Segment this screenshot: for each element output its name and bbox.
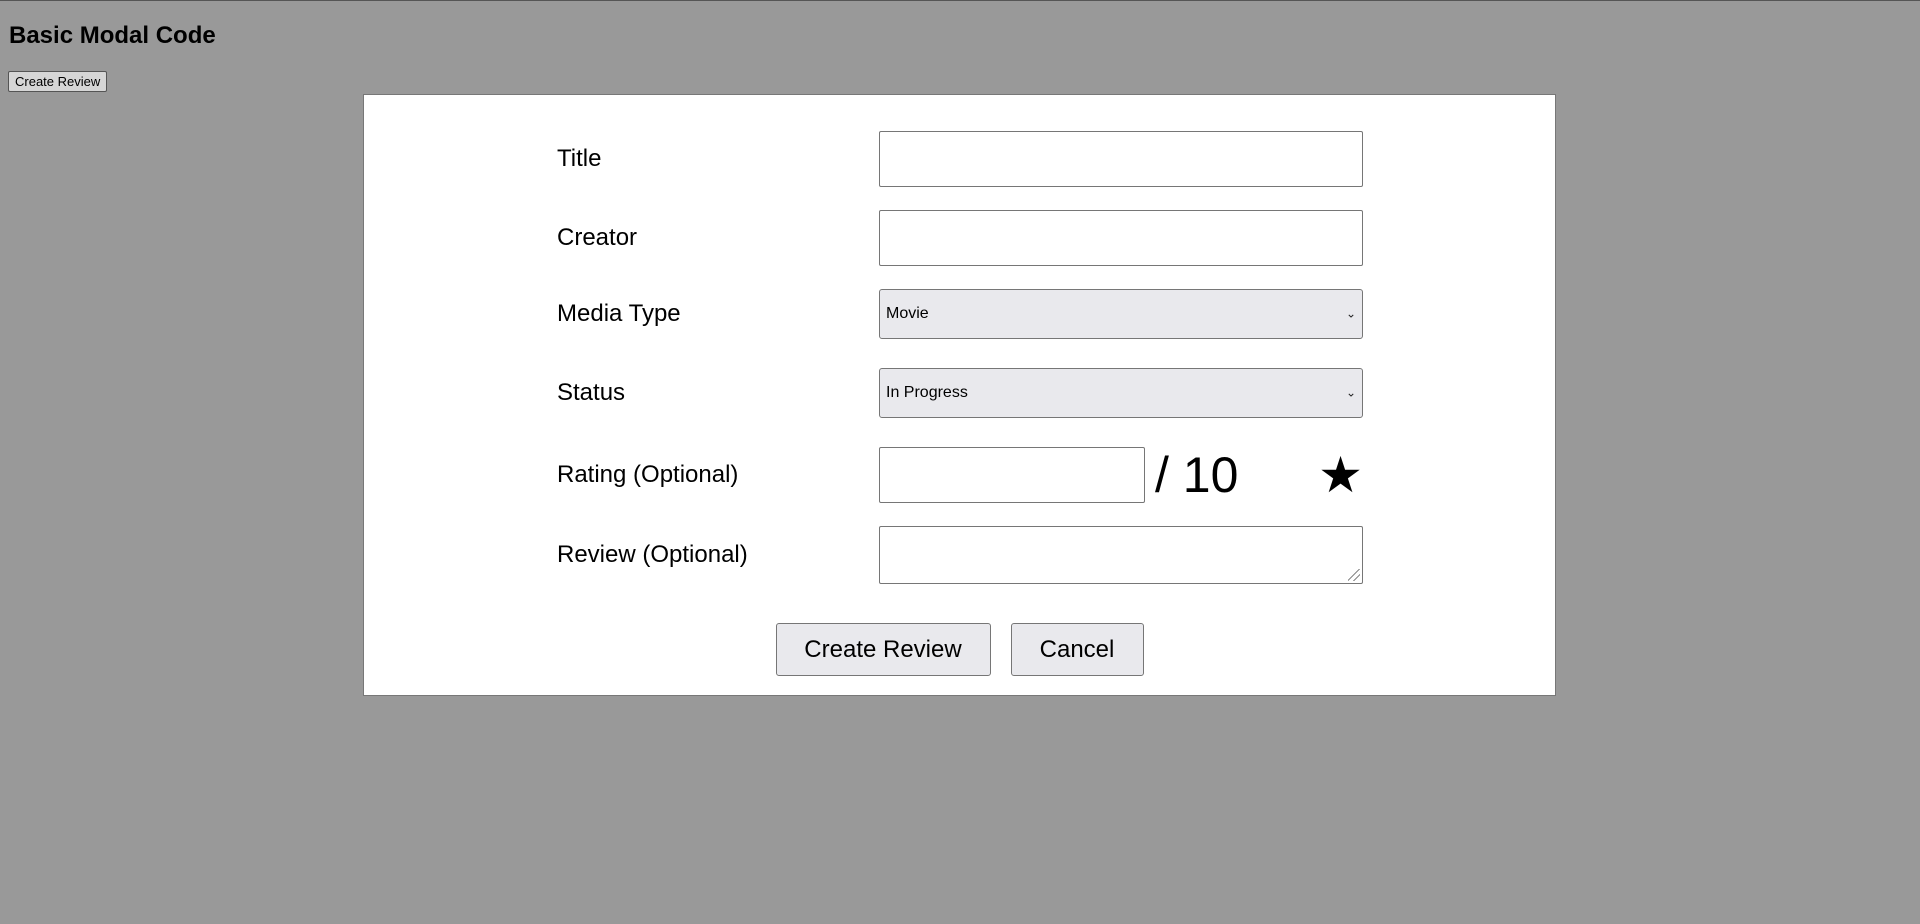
create-review-modal: Title Creator Media Type Movie ⌄ Status …: [363, 94, 1556, 696]
chevron-down-icon: ⌄: [1345, 385, 1356, 400]
chevron-down-icon: ⌄: [1345, 306, 1356, 321]
rating-label: Rating (Optional): [557, 461, 739, 488]
status-label: Status: [557, 379, 626, 406]
status-select[interactable]: In Progress ⌄: [879, 368, 1363, 418]
media-type-label: Media Type: [557, 300, 681, 327]
star-icon[interactable]: ★: [1318, 450, 1363, 500]
review-label: Review (Optional): [557, 541, 748, 568]
review-row: Review (Optional): [557, 526, 1367, 584]
rating-row: Rating (Optional) / 10 ★: [557, 447, 1367, 503]
status-row: Status In Progress ⌄: [557, 368, 1367, 418]
rating-input[interactable]: [879, 447, 1145, 503]
page-title: Basic Modal Code: [9, 22, 216, 49]
create-review-button[interactable]: Create Review: [775, 623, 991, 676]
creator-row: Creator: [557, 210, 1367, 266]
creator-label: Creator: [557, 224, 638, 251]
modal-actions: Create Review Cancel: [364, 623, 1555, 676]
rating-scale-suffix: / 10: [1155, 447, 1239, 503]
media-type-row: Media Type Movie ⌄: [557, 289, 1367, 339]
review-textarea[interactable]: [879, 526, 1363, 584]
status-selected-value: In Progress: [886, 384, 968, 401]
creator-input[interactable]: [879, 210, 1363, 266]
title-row: Title: [557, 131, 1367, 187]
title-label: Title: [557, 145, 602, 172]
open-create-review-button[interactable]: Create Review: [8, 71, 108, 92]
media-type-select[interactable]: Movie ⌄: [879, 289, 1363, 339]
title-input[interactable]: [879, 131, 1363, 187]
media-type-selected-value: Movie: [886, 305, 929, 322]
cancel-button[interactable]: Cancel: [1010, 623, 1144, 676]
resize-handle-icon[interactable]: [1348, 569, 1360, 581]
